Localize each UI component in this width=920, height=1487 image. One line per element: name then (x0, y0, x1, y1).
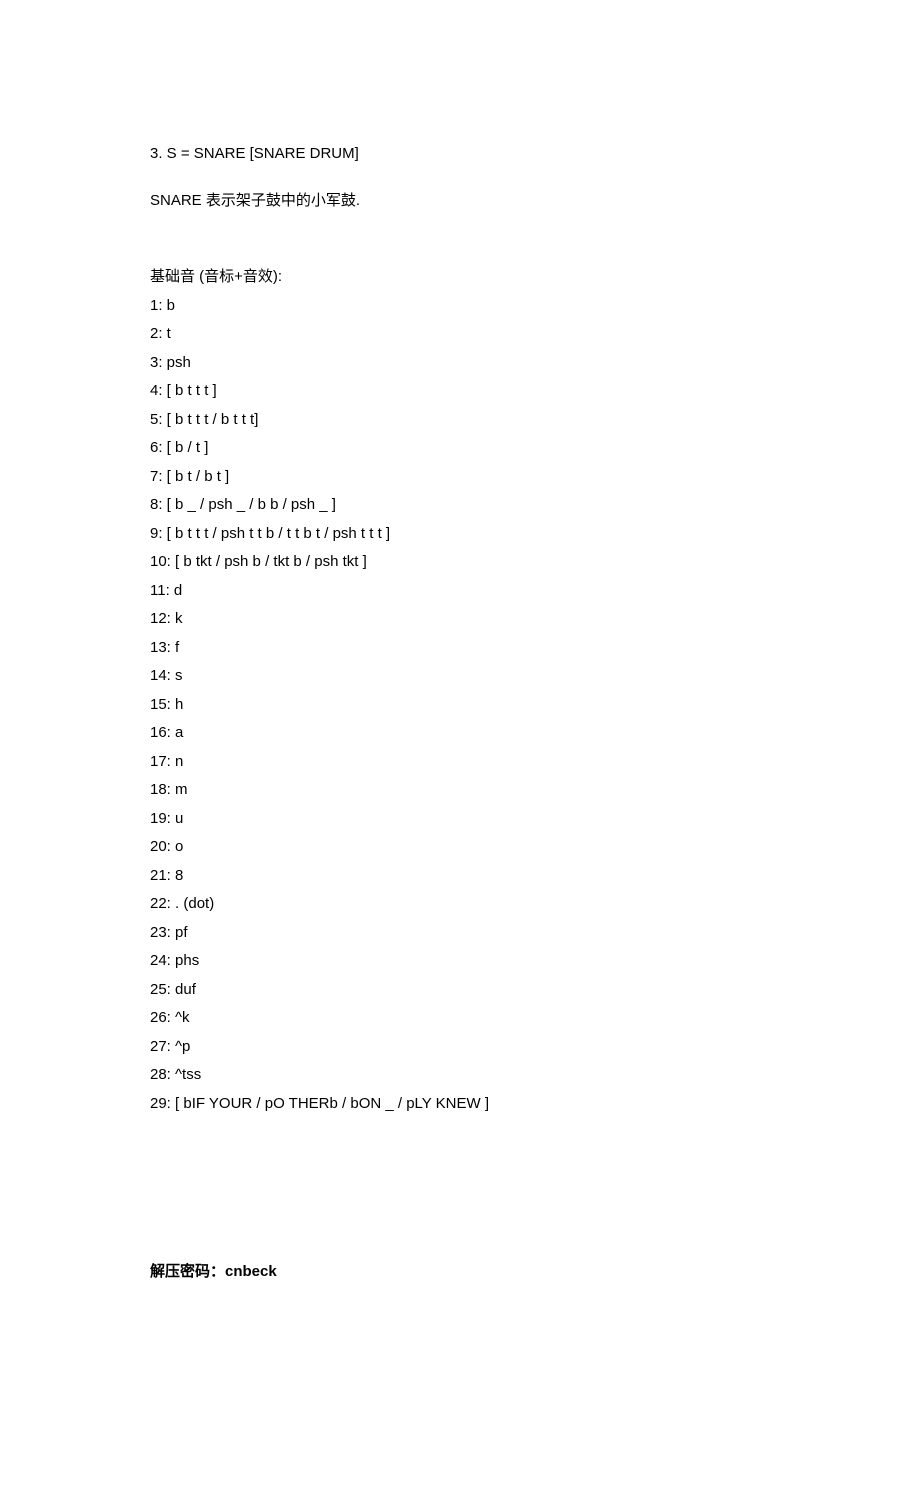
item-line: 1: b (150, 292, 770, 321)
item-line: 19: u (150, 805, 770, 834)
section-desc: SNARE 表示架子鼓中的小军鼓. (150, 187, 770, 216)
item-line: 11: d (150, 577, 770, 606)
items-heading: 基础音 (音标+音效): (150, 263, 770, 292)
item-line: 20: o (150, 833, 770, 862)
item-line: 16: a (150, 719, 770, 748)
item-line: 25: duf (150, 976, 770, 1005)
item-line: 9: [ b t t t / psh t t b / t t b t / psh… (150, 520, 770, 549)
item-line: 27: ^p (150, 1033, 770, 1062)
section-title: 3. S = SNARE [SNARE DRUM] (150, 140, 770, 169)
footer-value: cnbeck (225, 1263, 277, 1280)
footer-line: 解压密码：cnbeck (150, 1258, 770, 1287)
item-line: 23: pf (150, 919, 770, 948)
item-line: 10: [ b tkt / psh b / tkt b / psh tkt ] (150, 548, 770, 577)
item-line: 5: [ b t t t / b t t t] (150, 406, 770, 435)
item-line: 26: ^k (150, 1004, 770, 1033)
item-line: 17: n (150, 748, 770, 777)
item-line: 28: ^tss (150, 1061, 770, 1090)
item-line: 7: [ b t / b t ] (150, 463, 770, 492)
item-line: 24: phs (150, 947, 770, 976)
item-line: 12: k (150, 605, 770, 634)
item-line: 22: . (dot) (150, 890, 770, 919)
items-block: 基础音 (音标+音效): 1: b 2: t 3: psh 4: [ b t t… (150, 263, 770, 1118)
section-block: 3. S = SNARE [SNARE DRUM] SNARE 表示架子鼓中的小… (150, 140, 770, 215)
item-line: 4: [ b t t t ] (150, 377, 770, 406)
item-line: 13: f (150, 634, 770, 663)
item-line: 21: 8 (150, 862, 770, 891)
item-line: 15: h (150, 691, 770, 720)
item-line: 2: t (150, 320, 770, 349)
item-line: 29: [ bIF YOUR / pO THERb / bON _ / pLY … (150, 1090, 770, 1119)
item-line: 3: psh (150, 349, 770, 378)
footer-label: 解压密码： (150, 1263, 225, 1280)
item-line: 6: [ b / t ] (150, 434, 770, 463)
item-line: 8: [ b _ / psh _ / b b / psh _ ] (150, 491, 770, 520)
item-line: 18: m (150, 776, 770, 805)
item-line: 14: s (150, 662, 770, 691)
